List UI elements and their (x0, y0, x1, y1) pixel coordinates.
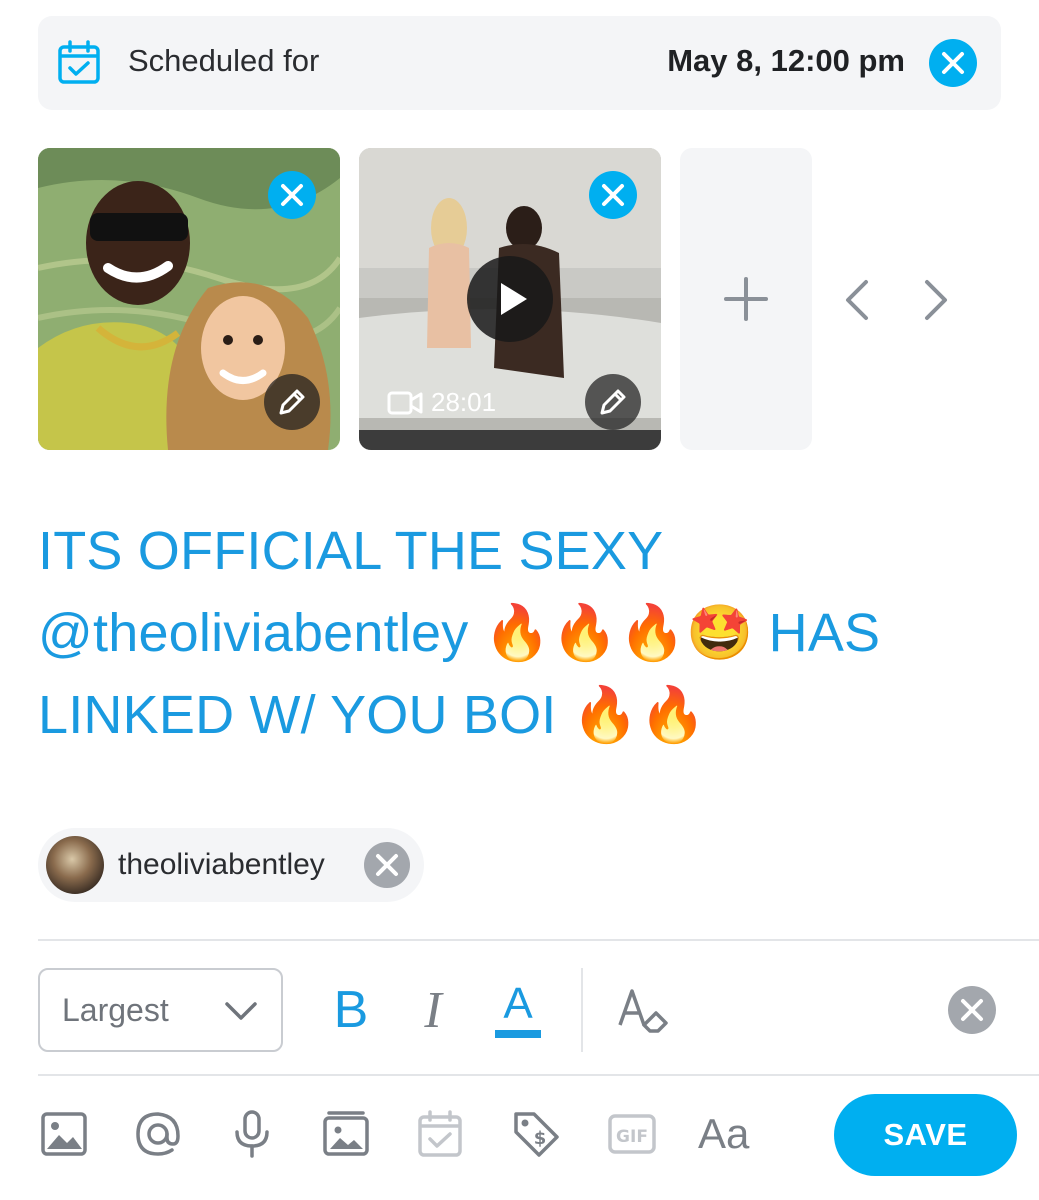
close-icon (942, 52, 964, 74)
mention-icon[interactable] (132, 1108, 184, 1160)
text-color-button[interactable]: A (495, 980, 541, 1040)
image-icon[interactable] (38, 1108, 90, 1160)
microphone-icon[interactable] (226, 1108, 278, 1160)
price-tag-icon[interactable]: $ (510, 1108, 562, 1160)
media-thumbnail-video[interactable]: 28:01 (359, 148, 661, 450)
close-icon (281, 184, 303, 206)
media-thumbnail-image[interactable] (38, 148, 340, 450)
schedule-icon[interactable] (414, 1108, 466, 1160)
avatar (46, 836, 104, 894)
tagged-user-chip[interactable]: theoliviabentley (38, 828, 424, 902)
toolbar-separator (581, 968, 583, 1052)
close-icon (376, 854, 398, 876)
post-text-editor[interactable]: ITS OFFICIAL THE SEXY @theoliviabentley … (38, 510, 998, 756)
vault-icon[interactable] (320, 1108, 372, 1160)
close-icon (961, 999, 983, 1021)
remove-media-button[interactable] (589, 171, 637, 219)
clear-formatting-button[interactable] (614, 980, 672, 1040)
font-size-value: Largest (62, 992, 169, 1028)
scheduled-label: Scheduled for (128, 43, 320, 78)
divider (38, 939, 1039, 941)
bold-button[interactable]: B (330, 980, 372, 1040)
font-size-select[interactable]: Largest (38, 968, 283, 1052)
play-button[interactable] (467, 256, 553, 342)
scheduled-date[interactable]: May 8, 12:00 pm (667, 43, 905, 79)
save-button[interactable]: SAVE (834, 1094, 1017, 1176)
edit-media-button[interactable] (264, 374, 320, 430)
chevron-down-icon (225, 1002, 257, 1020)
scheduled-bar[interactable]: Scheduled for May 8, 12:00 pm (38, 16, 1001, 110)
chevron-left-icon[interactable] (838, 278, 878, 322)
svg-text:$: $ (534, 1128, 547, 1149)
tagged-user-name: theoliviabentley (118, 848, 325, 881)
pencil-icon (279, 389, 305, 415)
pencil-icon (600, 389, 626, 415)
italic-button[interactable]: I (410, 980, 456, 1040)
divider (38, 1074, 1039, 1076)
gif-icon[interactable]: GIF (606, 1108, 658, 1160)
calendar-check-icon (58, 40, 100, 84)
svg-text:GIF: GIF (616, 1127, 648, 1147)
chevron-right-icon[interactable] (915, 278, 955, 322)
remove-tag-button[interactable] (364, 842, 410, 888)
edit-media-button[interactable] (585, 374, 641, 430)
play-icon (501, 283, 527, 315)
remove-media-button[interactable] (268, 171, 316, 219)
clear-format-icon (618, 989, 668, 1033)
plus-icon (724, 277, 768, 321)
close-icon (602, 184, 624, 206)
remove-schedule-button[interactable] (929, 39, 977, 87)
text-format-icon[interactable]: Aa (698, 1110, 749, 1158)
video-camera-icon (387, 391, 423, 414)
close-format-toolbar-button[interactable] (948, 986, 996, 1034)
add-media-button[interactable] (680, 148, 812, 450)
text-color-letter: A (503, 979, 533, 1028)
video-duration: 28:01 (387, 387, 496, 418)
text-color-swatch (495, 1030, 541, 1038)
video-duration-text: 28:01 (431, 387, 497, 417)
